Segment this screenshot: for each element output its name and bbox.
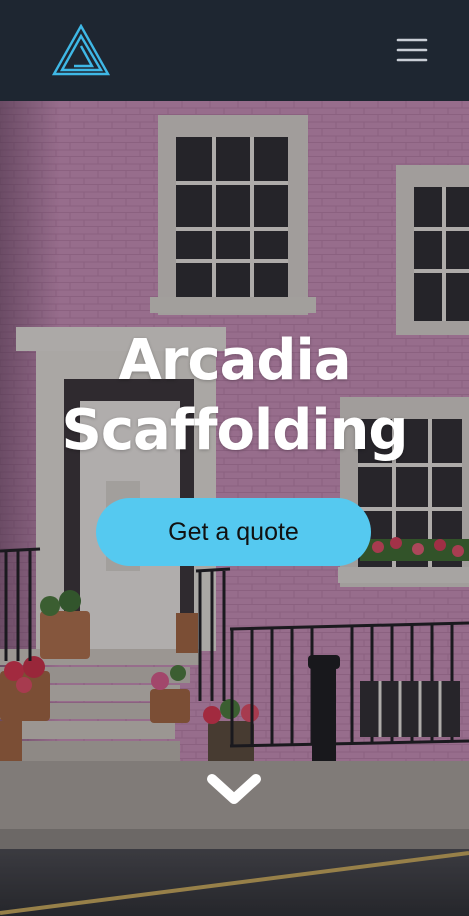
hamburger-menu-icon (396, 38, 428, 62)
top-navbar (0, 0, 469, 101)
menu-button[interactable] (392, 34, 432, 66)
hero-title-line1: Arcadia (118, 328, 351, 393)
chevron-down-icon (207, 774, 261, 804)
hero-title-line2: Scaffolding (61, 398, 409, 463)
logo-link[interactable] (51, 23, 111, 76)
scroll-down-button[interactable] (206, 771, 262, 811)
page: Arcadia Scaffolding Get a quote (0, 0, 469, 916)
hero-content: Arcadia Scaffolding Get a quote (0, 326, 469, 566)
get-a-quote-button[interactable]: Get a quote (96, 498, 371, 566)
hero-section: Arcadia Scaffolding Get a quote (0, 101, 469, 916)
hero-title: Arcadia Scaffolding (0, 326, 469, 466)
arcadia-triangle-logo-icon (51, 23, 111, 76)
